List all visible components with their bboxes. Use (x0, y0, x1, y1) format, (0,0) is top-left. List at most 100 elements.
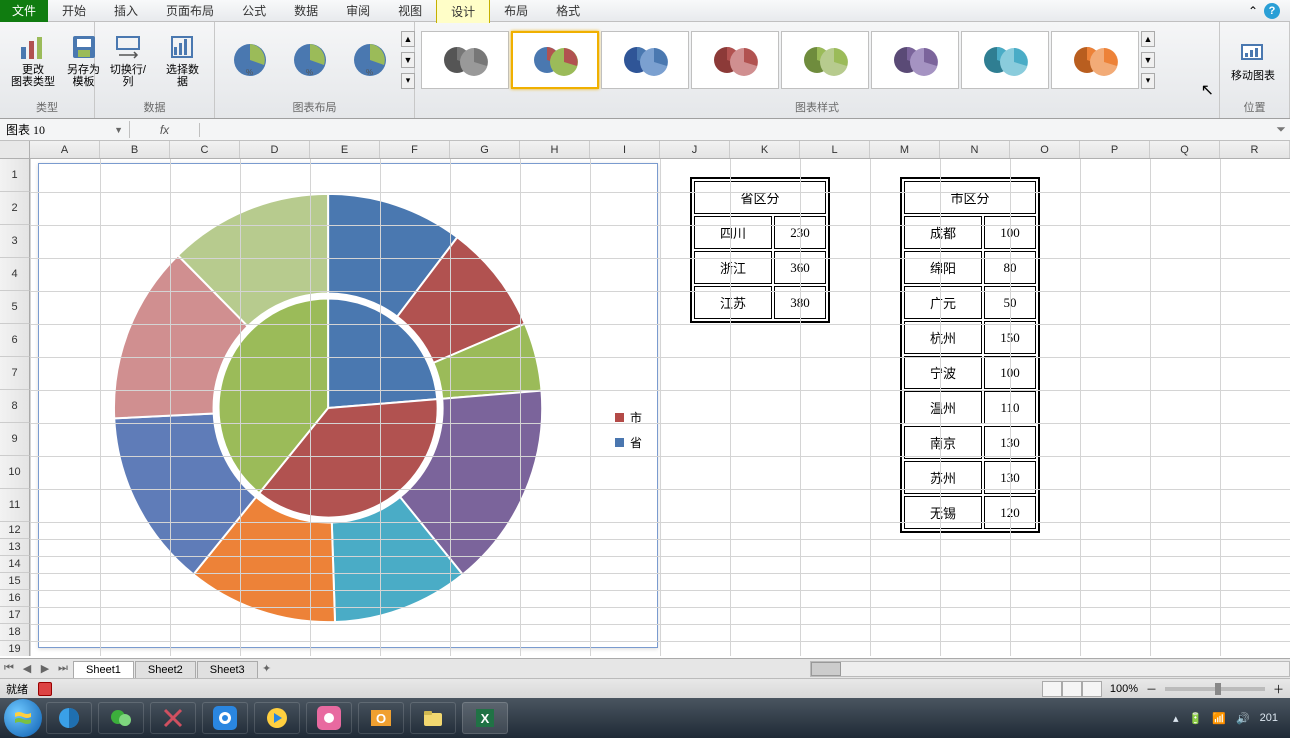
task-outlook[interactable]: O (358, 702, 404, 734)
chart-layout-thumb[interactable]: % (221, 34, 279, 86)
start-button[interactable] (4, 699, 42, 737)
table-row[interactable]: 南京130 (904, 426, 1036, 459)
chart-style-thumb[interactable] (691, 31, 779, 89)
table-row[interactable]: 无锡120 (904, 496, 1036, 529)
city-table[interactable]: 市区分 成都100绵阳80广元50杭州150宁波100温州110南京130苏州1… (900, 177, 1040, 533)
row-header[interactable]: 6 (0, 324, 30, 357)
task-snip[interactable] (150, 702, 196, 734)
row-header[interactable]: 3 (0, 225, 30, 258)
row-header[interactable]: 4 (0, 258, 30, 291)
style-scroll[interactable]: ▼ (1141, 52, 1155, 68)
menu-tab-开始[interactable]: 开始 (48, 0, 100, 22)
task-explorer[interactable] (410, 702, 456, 734)
menu-tab-数据[interactable]: 数据 (280, 0, 332, 22)
table-row[interactable]: 杭州150 (904, 321, 1036, 354)
row-header[interactable]: 12 (0, 522, 30, 539)
chart-style-thumb[interactable] (961, 31, 1049, 89)
select-all-corner[interactable] (0, 141, 30, 158)
column-header[interactable]: A (30, 141, 100, 158)
ribbon-minimize-icon[interactable]: ⌃ (1248, 4, 1258, 18)
horizontal-scrollbar[interactable] (810, 661, 1290, 677)
column-header[interactable]: C (170, 141, 240, 158)
volume-icon[interactable]: 🔊 (1236, 712, 1250, 725)
style-scroll[interactable]: ▲ (1141, 31, 1155, 47)
task-browser[interactable] (46, 702, 92, 734)
row-header[interactable]: 16 (0, 590, 30, 607)
embedded-chart[interactable]: 市省 (38, 163, 658, 648)
menu-tab-公式[interactable]: 公式 (228, 0, 280, 22)
task-excel[interactable]: X (462, 702, 508, 734)
context-tab-格式[interactable]: 格式 (542, 0, 594, 23)
network-icon[interactable]: 📶 (1212, 712, 1226, 725)
chart-style-thumb[interactable] (601, 31, 689, 89)
row-header[interactable]: 9 (0, 423, 30, 456)
row-header[interactable]: 18 (0, 624, 30, 641)
chart-layout-thumb[interactable]: % (341, 34, 399, 86)
province-table[interactable]: 省区分 四川230浙江360江苏380 (690, 177, 830, 323)
chart-style-thumb[interactable] (421, 31, 509, 89)
table-row[interactable]: 浙江360 (694, 251, 826, 284)
task-player[interactable] (254, 702, 300, 734)
task-camera[interactable] (306, 702, 352, 734)
view-mode-buttons[interactable] (1042, 681, 1102, 697)
chart-style-thumb[interactable] (1051, 31, 1139, 89)
table-row[interactable]: 成都100 (904, 216, 1036, 249)
column-header[interactable]: P (1080, 141, 1150, 158)
row-header[interactable]: 14 (0, 556, 30, 573)
macro-record-icon[interactable] (38, 682, 52, 696)
column-header[interactable]: R (1220, 141, 1290, 158)
row-header[interactable]: 10 (0, 456, 30, 489)
name-box[interactable]: 图表 10▼ (0, 121, 130, 138)
column-header[interactable]: L (800, 141, 870, 158)
column-header[interactable]: I (590, 141, 660, 158)
formula-expand-icon[interactable]: ⏷ (1272, 122, 1290, 137)
column-header[interactable]: F (380, 141, 450, 158)
move-chart-button[interactable]: 移动图表 (1226, 34, 1280, 85)
select-data-button[interactable]: 选择数据 (157, 28, 208, 91)
battery-icon[interactable]: 🔋 (1189, 712, 1203, 725)
sheet-nav-first[interactable]: ⏮ (0, 662, 18, 675)
chart-style-thumb[interactable] (781, 31, 869, 89)
column-header[interactable]: M (870, 141, 940, 158)
menu-tab-视图[interactable]: 视图 (384, 0, 436, 22)
table-row[interactable]: 绵阳80 (904, 251, 1036, 284)
column-header[interactable]: E (310, 141, 380, 158)
row-header[interactable]: 17 (0, 607, 30, 624)
layout-scroll[interactable]: ▲ (401, 31, 415, 47)
worksheet-grid[interactable]: 12345678910111213141516171819 市省 省区分 四川2… (0, 159, 1290, 656)
row-header[interactable]: 15 (0, 573, 30, 590)
sheet-tab[interactable]: Sheet1 (73, 661, 134, 678)
context-tab-设计[interactable]: 设计 (436, 0, 490, 23)
chart-style-thumb[interactable] (511, 31, 599, 89)
zoom-in-button[interactable]: ＋ (1273, 681, 1284, 697)
file-menu[interactable]: 文件 (0, 0, 48, 22)
row-header[interactable]: 7 (0, 357, 30, 390)
change-chart-type-button[interactable]: 更改 图表类型 (6, 28, 60, 91)
sheet-nav-prev[interactable]: ◀ (18, 662, 36, 675)
layout-scroll[interactable]: ▾ (401, 73, 415, 89)
row-header[interactable]: 19 (0, 641, 30, 656)
column-header[interactable]: J (660, 141, 730, 158)
column-header[interactable]: N (940, 141, 1010, 158)
column-header[interactable]: B (100, 141, 170, 158)
row-header[interactable]: 2 (0, 192, 30, 225)
menu-tab-审阅[interactable]: 审阅 (332, 0, 384, 22)
chart-layout-thumb[interactable]: % (281, 34, 339, 86)
help-icon[interactable]: ? (1264, 3, 1280, 19)
chart-style-thumb[interactable] (871, 31, 959, 89)
column-header[interactable]: G (450, 141, 520, 158)
fx-icon[interactable]: fx (130, 123, 200, 137)
switch-row-column-button[interactable]: 切换行/列 (101, 28, 155, 91)
style-scroll[interactable]: ▾ (1141, 73, 1155, 89)
table-row[interactable]: 宁波100 (904, 356, 1036, 389)
column-header[interactable]: D (240, 141, 310, 158)
zoom-slider[interactable] (1165, 687, 1265, 691)
sheet-tab[interactable]: Sheet2 (135, 661, 196, 678)
row-header[interactable]: 5 (0, 291, 30, 324)
table-row[interactable]: 四川230 (694, 216, 826, 249)
zoom-out-button[interactable]: － (1146, 681, 1157, 697)
column-header[interactable]: Q (1150, 141, 1220, 158)
new-sheet-button[interactable]: ✦ (258, 662, 276, 675)
row-header[interactable]: 13 (0, 539, 30, 556)
task-cloud[interactable] (202, 702, 248, 734)
